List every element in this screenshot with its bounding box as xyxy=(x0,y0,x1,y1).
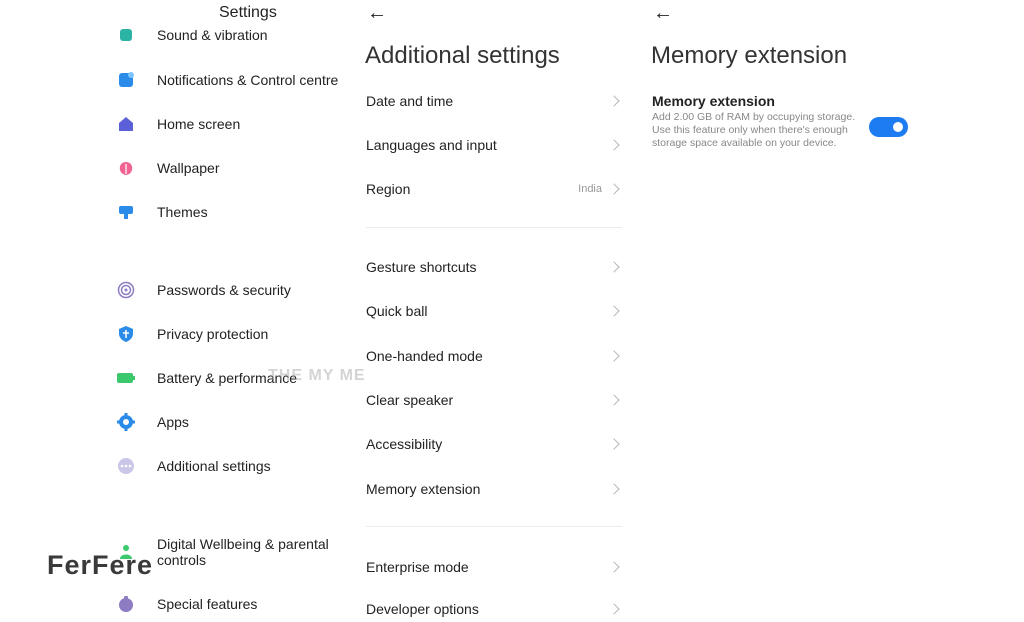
settings-title: Settings xyxy=(219,4,277,21)
row-quick-ball[interactable]: Quick ball xyxy=(366,296,622,326)
settings-item-themes[interactable]: Themes xyxy=(116,197,356,227)
settings-item-privacy-protection[interactable]: Privacy protection xyxy=(116,319,356,349)
row-label: Clear speaker xyxy=(366,392,454,408)
row-label: Enterprise mode xyxy=(366,559,469,575)
settings-item-label: Apps xyxy=(157,414,189,430)
row-label: One-handed mode xyxy=(366,348,483,364)
row-developer-options[interactable]: Developer options xyxy=(366,596,622,622)
gear-icon xyxy=(116,412,136,432)
chevron-right-icon xyxy=(608,95,620,107)
row-accessibility[interactable]: Accessibility xyxy=(366,429,622,459)
memory-extension-toggle[interactable] xyxy=(869,117,908,137)
row-label: Gesture shortcuts xyxy=(366,259,477,275)
settings-item-label: Special features xyxy=(157,596,258,612)
settings-item-label: Wallpaper xyxy=(157,160,220,176)
row-gesture-shortcuts[interactable]: Gesture shortcuts xyxy=(366,252,622,282)
row-label: Languages and input xyxy=(366,137,497,153)
section-divider xyxy=(366,227,622,228)
row-languages-and-input[interactable]: Languages and input xyxy=(366,130,622,160)
row-memory-extension[interactable]: Memory extension xyxy=(366,474,622,504)
chevron-right-icon xyxy=(608,305,620,317)
memory-extension-description: Add 2.00 GB of RAM by occupying storage.… xyxy=(652,111,856,149)
row-region[interactable]: Region India xyxy=(366,174,622,204)
row-label: Memory extension xyxy=(366,481,481,497)
chevron-right-icon xyxy=(608,139,620,151)
chevron-right-icon xyxy=(608,603,620,615)
settings-item-label: Notifications & Control centre xyxy=(157,72,339,88)
settings-item-sound-clipped[interactable]: Sound & vibration xyxy=(116,26,356,44)
chevron-right-icon xyxy=(608,394,620,406)
row-label: Region xyxy=(366,181,411,197)
toggle-knob xyxy=(893,122,903,132)
row-label: Accessibility xyxy=(366,436,443,452)
settings-item-label: Themes xyxy=(157,204,208,220)
region-value: India xyxy=(578,183,602,195)
settings-item-passwords-security[interactable]: Passwords & security xyxy=(116,275,356,305)
logo-watermark: FerFere xyxy=(47,550,154,580)
chevron-right-icon xyxy=(608,561,620,573)
chevron-right-icon xyxy=(608,183,620,195)
settings-item-special-features[interactable]: Special features xyxy=(116,589,356,619)
settings-item-label: Home screen xyxy=(157,116,241,132)
additional-settings-title: Additional settings xyxy=(365,42,560,69)
row-label: Developer options xyxy=(366,601,479,617)
settings-item-label: Sound & vibration xyxy=(157,27,268,43)
row-enterprise-mode[interactable]: Enterprise mode xyxy=(366,552,622,582)
notifications-icon xyxy=(116,70,136,90)
memory-extension-title: Memory extension xyxy=(651,42,848,69)
shield-icon xyxy=(116,324,136,344)
chevron-right-icon xyxy=(608,483,620,495)
row-one-handed-mode[interactable]: One-handed mode xyxy=(366,341,622,371)
more-dots-icon xyxy=(116,456,136,476)
row-label: Quick ball xyxy=(366,303,428,319)
memory-extension-setting-title: Memory extension xyxy=(652,93,775,109)
back-arrow-icon[interactable]: ← xyxy=(653,3,673,23)
row-date-and-time[interactable]: Date and time xyxy=(366,86,622,116)
sound-icon xyxy=(116,26,136,44)
special-features-icon xyxy=(116,594,136,614)
battery-icon xyxy=(116,368,136,388)
chevron-right-icon xyxy=(608,438,620,450)
center-watermark: THE MY ME xyxy=(268,367,366,384)
chevron-right-icon xyxy=(608,350,620,362)
fingerprint-icon xyxy=(116,280,136,300)
settings-item-additional-settings[interactable]: Additional settings xyxy=(116,451,356,481)
flower-icon xyxy=(116,158,136,178)
settings-item-label: Privacy protection xyxy=(157,326,269,342)
home-icon xyxy=(116,114,136,134)
settings-item-sound[interactable]: Sound & vibration xyxy=(116,26,356,44)
row-label: Date and time xyxy=(366,93,454,109)
themes-icon xyxy=(116,202,136,222)
settings-item-label: Additional settings xyxy=(157,458,271,474)
settings-item-apps[interactable]: Apps xyxy=(116,407,356,437)
settings-item-wallpaper[interactable]: Wallpaper xyxy=(116,153,356,183)
chevron-right-icon xyxy=(608,261,620,273)
settings-item-label: Passwords & security xyxy=(157,282,291,298)
row-clear-speaker[interactable]: Clear speaker xyxy=(366,385,622,415)
section-divider xyxy=(366,526,622,527)
back-arrow-icon[interactable]: ← xyxy=(367,3,387,23)
settings-item-home-screen[interactable]: Home screen xyxy=(116,109,356,139)
settings-item-label: Digital Wellbeing & parental controls xyxy=(157,536,329,568)
settings-item-notifications[interactable]: Notifications & Control centre xyxy=(116,65,356,95)
